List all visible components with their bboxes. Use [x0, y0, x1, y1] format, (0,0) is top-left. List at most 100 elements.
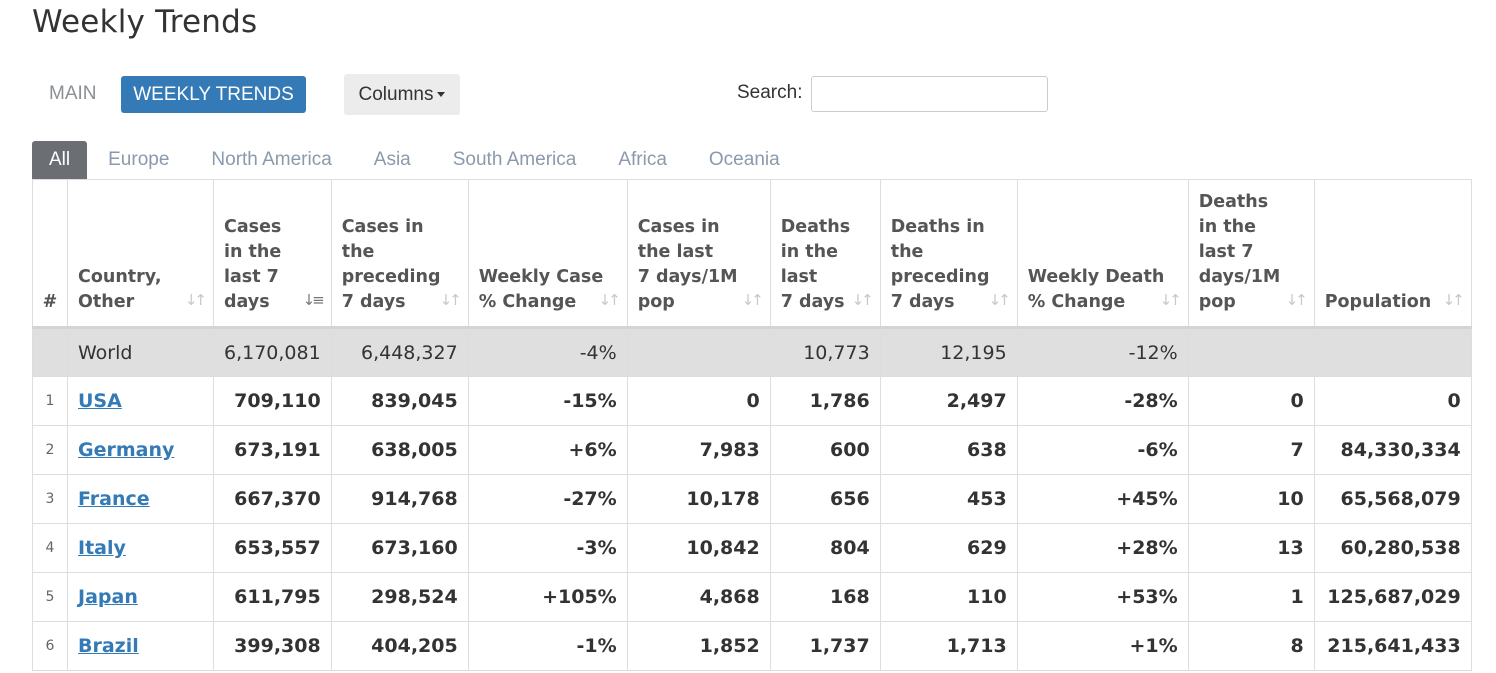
cell-population: 125,687,029	[1313, 572, 1472, 622]
cell-deaths-prev: 110	[879, 572, 1018, 622]
cell-cases-prev: 673,160	[330, 523, 469, 573]
header-label: in the	[780, 242, 838, 262]
sort-icon: ↓↑	[439, 291, 462, 309]
header-label: last 7	[224, 267, 279, 287]
cell-country: USA	[67, 376, 214, 426]
cell-rank: 5	[32, 572, 68, 622]
region-tab-europe[interactable]: Europe	[87, 141, 190, 179]
country-link-germany[interactable]: Germany	[78, 439, 174, 461]
header-label: % Change	[1027, 292, 1126, 312]
country-link-brazil[interactable]: Brazil	[78, 635, 139, 657]
header-label: Deaths in	[890, 217, 985, 237]
cell-deaths-prev: 1,713	[879, 621, 1018, 671]
sort-icon: ↓↑	[988, 291, 1011, 309]
cell-death-change: +53%	[1016, 572, 1189, 622]
header-label: 7 days	[780, 292, 845, 312]
sort-icon: ↓↑	[741, 291, 764, 309]
cell-death-change: +1%	[1016, 621, 1189, 671]
cell-cases-7: 673,191	[213, 425, 332, 475]
region-tab-north-america[interactable]: North America	[190, 141, 352, 179]
header-label: Cases in	[637, 217, 720, 237]
cell-population: 215,641,433	[1313, 621, 1472, 671]
country-link-italy[interactable]: Italy	[78, 537, 126, 559]
sort-desc-icon: ↓≡	[302, 291, 325, 309]
region-tab-oceania[interactable]: Oceania	[688, 141, 801, 179]
world-total-row: World 6,170,081 6,448,327 -4% 10,773 12,…	[32, 327, 1472, 377]
cell-country: Japan	[67, 572, 214, 622]
cell-deaths-prev: 629	[879, 523, 1018, 573]
cell-case-change: -27%	[467, 474, 628, 524]
cell-cases-prev: 6,448,327	[330, 327, 469, 377]
table-header-row: # Country, Other ↓↑ Cases in the last 7 …	[32, 179, 1472, 329]
header-label: Deaths	[1198, 192, 1269, 212]
cell-population	[1313, 327, 1472, 377]
region-tab-south-america[interactable]: South America	[432, 141, 598, 179]
region-tabs: All Europe North America Asia South Amer…	[32, 141, 801, 179]
header-label: 7 days/1M	[637, 267, 738, 287]
cell-case-change: -15%	[467, 376, 628, 426]
header-label: Cases	[224, 217, 282, 237]
columns-dropdown-button[interactable]: Columns	[344, 74, 460, 115]
cell-deaths-7: 168	[769, 572, 881, 622]
header-label: Weekly Death	[1027, 267, 1165, 287]
cell-deaths-prev: 2,497	[879, 376, 1018, 426]
cell-cases-7: 6,170,081	[213, 327, 332, 377]
header-deaths-preceding-7-days[interactable]: Deaths in the preceding 7 days ↓↑	[879, 179, 1018, 329]
search-input[interactable]	[811, 76, 1048, 112]
sort-icon: ↓↑	[1159, 291, 1182, 309]
region-tab-all[interactable]: All	[32, 141, 88, 179]
header-label: Weekly Case	[478, 267, 604, 287]
columns-label: Columns	[358, 84, 434, 105]
cell-population: 0	[1313, 376, 1472, 426]
search-label: Search:	[737, 82, 803, 103]
header-label: Cases in	[341, 217, 424, 237]
header-weekly-death-change[interactable]: Weekly Death % Change ↓↑	[1016, 179, 1189, 329]
cell-cases-per-m	[626, 327, 771, 377]
cell-cases-per-m: 0	[626, 376, 771, 426]
header-label: preceding	[341, 267, 441, 287]
sort-icon: ↓↑	[598, 291, 621, 309]
cell-case-change: -4%	[467, 327, 628, 377]
cell-deaths-prev: 12,195	[879, 327, 1018, 377]
header-label: Population	[1324, 292, 1432, 312]
region-tab-africa[interactable]: Africa	[597, 141, 688, 179]
header-label: pop	[1198, 292, 1236, 312]
header-population[interactable]: Population ↓↑	[1313, 179, 1472, 329]
sort-icon: ↓↑	[1442, 291, 1465, 309]
main-tab-button[interactable]: MAIN	[36, 76, 110, 112]
cell-death-change: -28%	[1016, 376, 1189, 426]
header-label: pop	[637, 292, 675, 312]
cell-deaths-7: 656	[769, 474, 881, 524]
cell-deaths-prev: 453	[879, 474, 1018, 524]
cell-cases-prev: 638,005	[330, 425, 469, 475]
cell-case-change: -1%	[467, 621, 628, 671]
country-link-japan[interactable]: Japan	[78, 586, 138, 608]
header-label: the last	[637, 242, 714, 262]
cell-cases-7: 653,557	[213, 523, 332, 573]
sort-icon: ↓↑	[184, 291, 207, 309]
header-cases-preceding-7-days[interactable]: Cases in the preceding 7 days ↓↑	[330, 179, 469, 329]
header-cases-last-7-days[interactable]: Cases in the last 7 days ↓≡	[213, 179, 332, 329]
cell-country: France	[67, 474, 214, 524]
cell-population: 60,280,538	[1313, 523, 1472, 573]
cell-deaths-per-m: 10	[1187, 474, 1315, 524]
header-deaths-per-million[interactable]: Deaths in the last 7 days/1M pop ↓↑	[1187, 179, 1315, 329]
header-deaths-last-7-days[interactable]: Deaths in the last 7 days ↓↑	[769, 179, 881, 329]
weekly-trends-table: # Country, Other ↓↑ Cases in the last 7 …	[32, 179, 1472, 671]
header-label: in the	[1198, 217, 1256, 237]
header-country[interactable]: Country, Other ↓↑	[67, 179, 214, 329]
weekly-trends-button[interactable]: WEEKLY TRENDS	[121, 76, 306, 113]
cell-deaths-7: 600	[769, 425, 881, 475]
cell-cases-7: 667,370	[213, 474, 332, 524]
header-cases-per-million[interactable]: Cases in the last 7 days/1M pop ↓↑	[626, 179, 771, 329]
country-link-france[interactable]: France	[78, 488, 150, 510]
header-weekly-case-change[interactable]: Weekly Case % Change ↓↑	[467, 179, 628, 329]
sort-icon: ↓↑	[1285, 291, 1308, 309]
cell-case-change: -3%	[467, 523, 628, 573]
cell-deaths-7: 10,773	[769, 327, 881, 377]
region-tab-asia[interactable]: Asia	[353, 141, 432, 179]
cell-cases-per-m: 7,983	[626, 425, 771, 475]
caret-down-icon	[437, 92, 446, 98]
cell-country: Brazil	[67, 621, 214, 671]
country-link-usa[interactable]: USA	[78, 390, 122, 412]
